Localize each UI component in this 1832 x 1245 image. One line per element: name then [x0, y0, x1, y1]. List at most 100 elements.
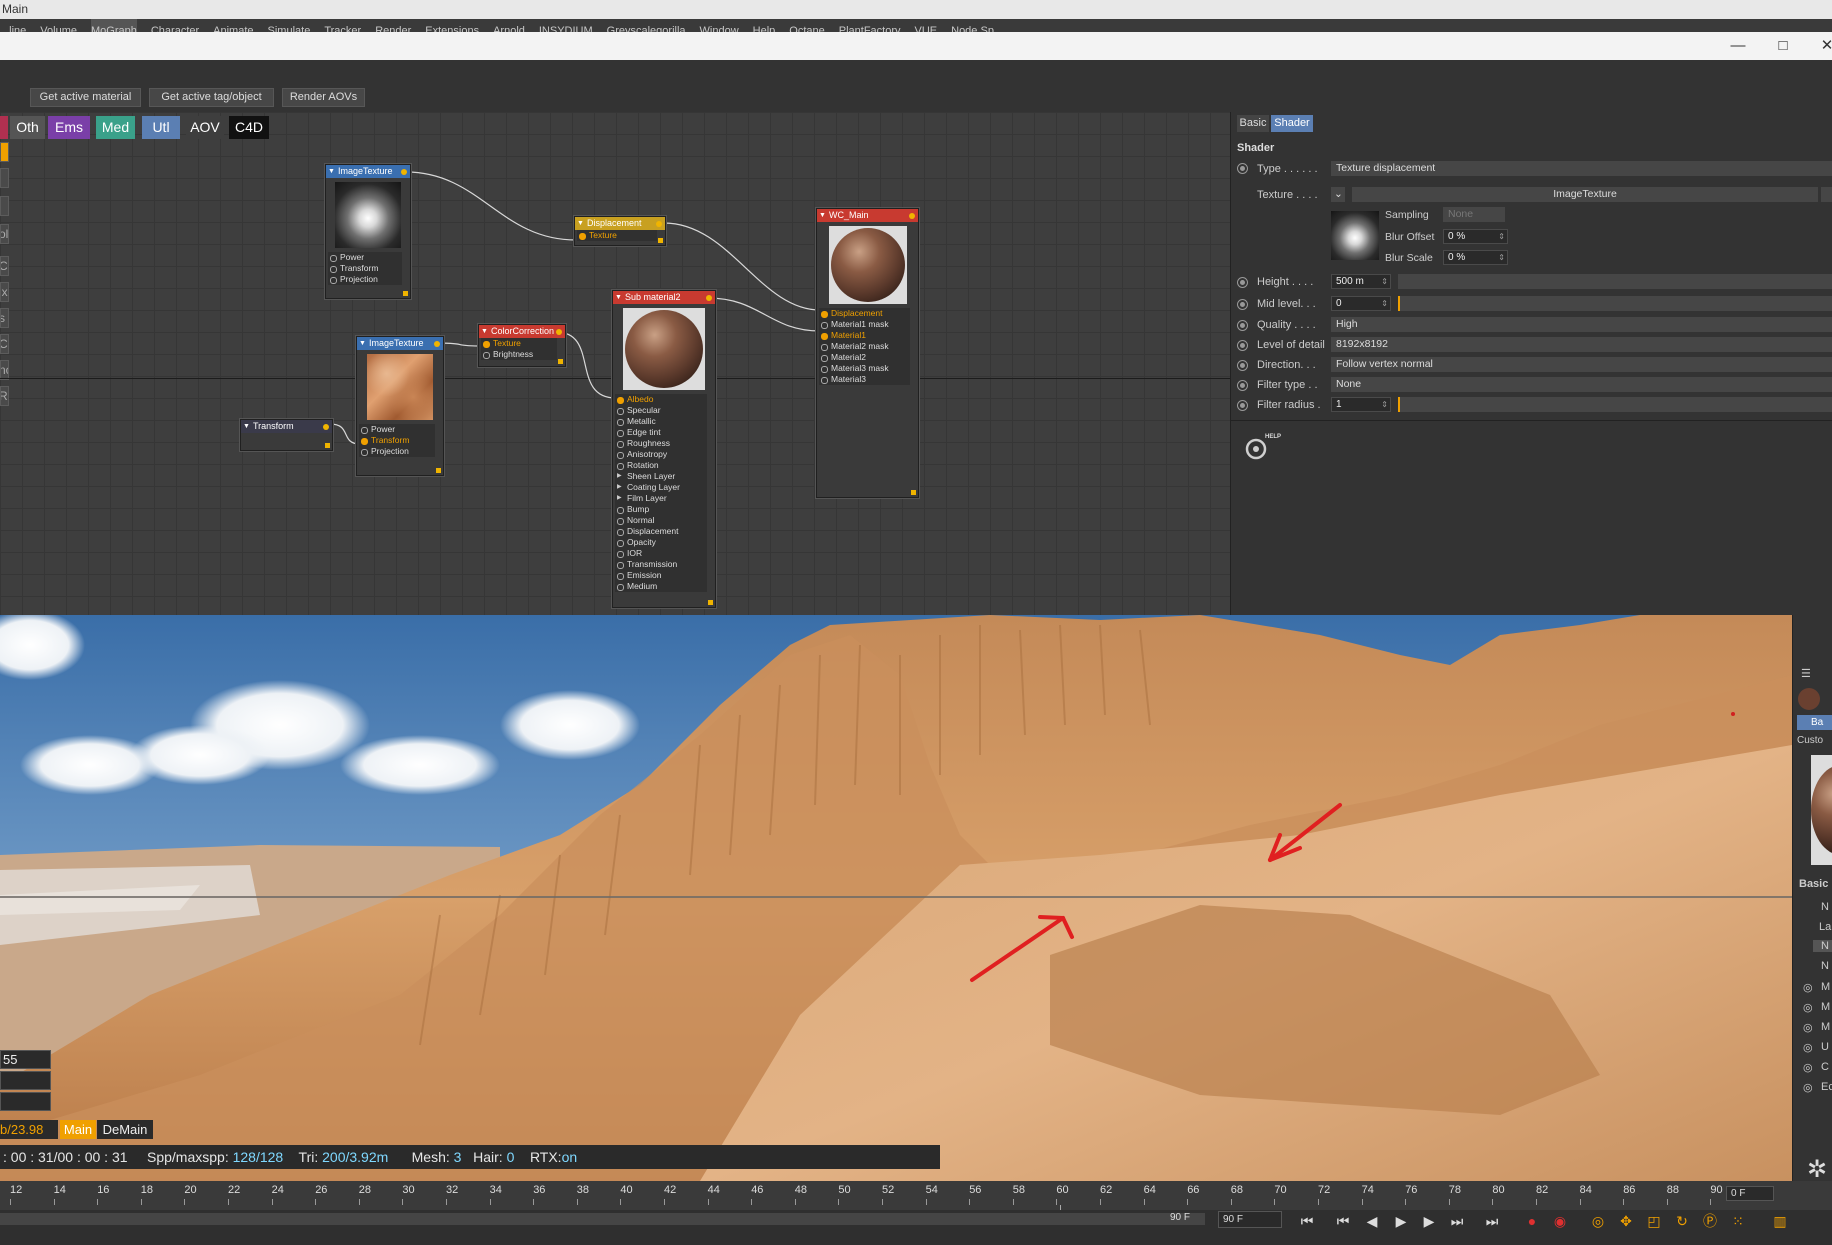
radio-icon[interactable]	[1237, 340, 1248, 351]
radio-icon[interactable]	[1237, 277, 1248, 288]
node-header[interactable]: Transform	[241, 420, 332, 433]
node-port-projection[interactable]: Projection	[359, 446, 435, 457]
node-resize-handle[interactable]	[911, 490, 916, 495]
filter-radius-field[interactable]: 1	[1331, 397, 1391, 412]
node-port-power[interactable]: Power	[359, 424, 435, 435]
texture-link-extra[interactable]	[1821, 187, 1832, 202]
node-port-brightness[interactable]: Brightness	[481, 349, 557, 360]
timeline-scrollbar[interactable]	[0, 1213, 1205, 1225]
node-port-opacity[interactable]: Opacity	[615, 537, 707, 548]
node-port-material3-mask[interactable]: Material3 mask	[819, 363, 910, 374]
menu-icon[interactable]: ☰	[1801, 667, 1825, 681]
node-resize-handle[interactable]	[658, 238, 663, 243]
blur-scale-field[interactable]: 0 %	[1443, 250, 1508, 265]
node-resize-handle[interactable]	[558, 359, 563, 364]
minimize-button[interactable]: —	[1723, 32, 1753, 60]
texture-link-field[interactable]: ImageTexture	[1352, 187, 1818, 202]
timeline-window-icon[interactable]: ▥	[1770, 1211, 1790, 1231]
menu-item[interactable]: Animate	[213, 19, 253, 32]
menu-item[interactable]: Node Sp...	[951, 19, 1003, 32]
previous-frame-icon[interactable]: ◀	[1362, 1211, 1382, 1231]
node-port-sheen-layer[interactable]: Sheen Layer	[615, 471, 707, 482]
node-port-texture[interactable]: Texture	[481, 338, 557, 349]
node-port-material1[interactable]: Material1	[819, 330, 910, 341]
node-port-normal[interactable]: Normal	[615, 515, 707, 526]
chevron-down-icon[interactable]: ⌄	[1331, 187, 1345, 202]
node-port-albedo[interactable]: Albedo	[615, 394, 707, 405]
next-frame-icon[interactable]: ▶	[1419, 1211, 1439, 1231]
menu-item[interactable]: Help	[753, 19, 776, 32]
maximize-button[interactable]: □	[1768, 32, 1798, 60]
node-header[interactable]: ColorCorrection	[479, 325, 565, 338]
node-port-power[interactable]: Power	[328, 252, 402, 263]
previous-key-icon[interactable]: ⏮	[1333, 1211, 1353, 1231]
height-slider[interactable]	[1398, 274, 1832, 289]
node-transform[interactable]: Transform	[240, 419, 333, 451]
node-editor-canvas[interactable]: Oth Ems Med Utl AOV C4D ol CE ix s CL nc…	[0, 112, 1230, 615]
type-dropdown[interactable]: Texture displacement	[1331, 161, 1832, 176]
blur-offset-field[interactable]: 0 %	[1443, 229, 1508, 244]
quality-dropdown[interactable]: High	[1331, 317, 1832, 332]
tag-demain[interactable]: DeMain	[97, 1120, 153, 1139]
node-color-correction[interactable]: ColorCorrection Texture Brightness	[478, 324, 566, 367]
node-port-transform[interactable]: Transform	[359, 435, 435, 446]
rotate-key-icon[interactable]: ↻	[1672, 1211, 1692, 1231]
menu-item[interactable]: Octane	[789, 19, 824, 32]
point-level-icon[interactable]: ⁙	[1728, 1211, 1748, 1231]
node-port-transmission[interactable]: Transmission	[615, 559, 707, 570]
radio-icon[interactable]	[1237, 400, 1248, 411]
menu-item[interactable]: PlantFactory	[839, 19, 901, 32]
node-header[interactable]: Displacement	[575, 217, 665, 230]
node-port-medium[interactable]: Medium	[615, 581, 707, 592]
move-key-icon[interactable]: ✥	[1616, 1211, 1636, 1231]
menu-item[interactable]: Extensions	[425, 19, 479, 32]
radio-icon[interactable]: ◎	[1803, 1061, 1813, 1074]
menu-item[interactable]: MoGraph	[91, 19, 137, 32]
node-resize-handle[interactable]	[325, 443, 330, 448]
node-port-displacement[interactable]: Displacement	[819, 308, 910, 319]
menu-item[interactable]: Simulate	[268, 19, 311, 32]
radio-icon[interactable]: ◎	[1803, 1001, 1813, 1014]
node-port-edge-tint[interactable]: Edge tint	[615, 427, 707, 438]
menu-item[interactable]: Character	[151, 19, 199, 32]
go-to-start-icon[interactable]: ⏮	[1297, 1211, 1317, 1231]
node-port-texture[interactable]: Texture	[577, 230, 657, 241]
direction-dropdown[interactable]: Follow vertex normal	[1331, 357, 1832, 372]
menu-item[interactable]: Volume	[40, 19, 77, 32]
go-to-end-icon[interactable]: ⏭	[1482, 1211, 1502, 1231]
mid-level-field[interactable]: 0	[1331, 296, 1391, 311]
tab-shader[interactable]: Shader	[1271, 115, 1313, 132]
node-port-anisotropy[interactable]: Anisotropy	[615, 449, 707, 460]
node-port-coating-layer[interactable]: Coating Layer	[615, 482, 707, 493]
node-port-ior[interactable]: IOR	[615, 548, 707, 559]
filter-type-dropdown[interactable]: None	[1331, 377, 1832, 392]
radio-icon[interactable]	[1237, 299, 1248, 310]
node-port-film-layer[interactable]: Film Layer	[615, 493, 707, 504]
node-image-texture-2[interactable]: ImageTexture Power Transform Projection	[356, 336, 444, 476]
keyframe-selection-icon[interactable]: ◎	[1588, 1211, 1608, 1231]
node-port-bump[interactable]: Bump	[615, 504, 707, 515]
node-port-emission[interactable]: Emission	[615, 570, 707, 581]
radio-icon[interactable]: ◎	[1803, 1081, 1813, 1094]
record-icon[interactable]: ●	[1522, 1211, 1542, 1231]
render-aovs-button[interactable]: Render AOVs	[282, 88, 365, 107]
tab-basic-partial[interactable]: Ba	[1797, 715, 1832, 730]
node-image-texture-1[interactable]: ImageTexture Power Transform Projection	[325, 164, 411, 299]
get-active-tag-button[interactable]: Get active tag/object	[149, 88, 274, 107]
node-port-specular[interactable]: Specular	[615, 405, 707, 416]
node-port-material2[interactable]: Material2	[819, 352, 910, 363]
node-header[interactable]: ImageTexture	[326, 165, 410, 178]
tab-basic[interactable]: Basic	[1237, 115, 1269, 132]
level-of-detail-dropdown[interactable]: 8192x8192	[1331, 337, 1832, 352]
next-key-icon[interactable]: ⏭	[1447, 1211, 1467, 1231]
current-frame-field[interactable]: 0 F	[1726, 1186, 1774, 1201]
menu-item[interactable]: Greyscalegorilla	[607, 19, 686, 32]
close-button[interactable]: ✕	[1812, 32, 1832, 60]
node-header[interactable]: WC_Main	[817, 209, 918, 222]
menu-item[interactable]: Tracker	[324, 19, 361, 32]
node-resize-handle[interactable]	[708, 600, 713, 605]
parameter-key-icon[interactable]: Ⓟ	[1700, 1211, 1720, 1231]
radio-icon[interactable]	[1237, 380, 1248, 391]
node-port-material2-mask[interactable]: Material2 mask	[819, 341, 910, 352]
node-resize-handle[interactable]	[436, 468, 441, 473]
